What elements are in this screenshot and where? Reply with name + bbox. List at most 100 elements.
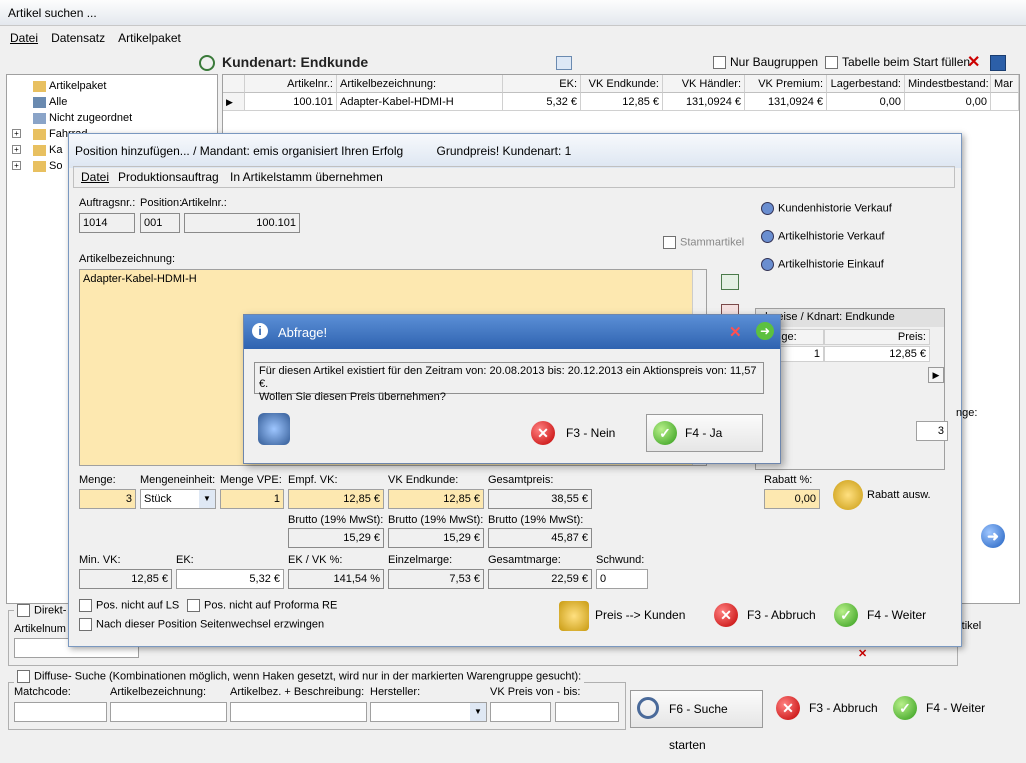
schwund-input[interactable]: 0 [596,569,648,589]
artikelbez-beschr-input[interactable] [230,702,367,722]
check-icon: ✓ [834,603,858,627]
row-selector-icon: ▶ [223,93,245,111]
close-icon[interactable]: ✕ [729,323,742,341]
diffuse-checkbox[interactable]: Diffuse- Suche (Kombinationen möglich, w… [14,670,585,683]
preis-kunden-button[interactable]: Preis --> Kunden [559,597,689,635]
nein-button[interactable]: ✕ F3 - Nein [531,415,631,453]
abfrage-messagebox: i Abfrage! ✕ ➜ Für diesen Artikel existi… [243,314,781,464]
menu-datensatz[interactable]: Datensatz [51,31,105,45]
tree-item-so[interactable]: So [33,158,62,174]
save-icon[interactable] [990,55,1006,71]
nur-baugruppen-checkbox[interactable]: Nur Baugruppen [713,55,818,70]
pie-chart-icon [761,230,774,243]
suche-starten-label: F6 - Suche starten [669,702,728,752]
matchcode-input[interactable] [14,702,107,722]
kundenart-label: Kundenart: Endkunde [222,54,369,70]
cell: 5,32 € [503,93,581,111]
expand-icon[interactable]: + [12,161,21,170]
col-mindestbestand[interactable]: Mindestbestand: [905,75,991,93]
ek-input[interactable]: 5,32 € [176,569,284,589]
col-vk-haendler[interactable]: VK Händler: [663,75,745,93]
cell: 131,0924 € [663,93,745,111]
seitenwechsel-checkbox[interactable]: Nach dieser Position Seitenwechsel erzwi… [79,618,324,631]
weiter-label: F4 - Weiter [926,701,986,715]
col-mar[interactable]: Mar [991,75,1019,93]
close-red-icon[interactable]: ✕ [967,55,983,71]
hersteller-select[interactable]: ▼ [370,702,487,722]
ja-label: F4 - Ja [685,426,723,440]
rabatt-input[interactable]: 0,00 [764,489,820,509]
col-ek[interactable]: EK: [503,75,581,93]
tree-item-ka[interactable]: Ka [33,142,62,158]
menge-vpe-input[interactable]: 1 [220,489,284,509]
staffel-col-preis[interactable]: Preis: [824,329,930,345]
abbruch-label: F3 - Abbruch [809,701,878,715]
menu-datei[interactable]: Datei [10,31,38,45]
abbruch-button[interactable]: ✕ F3 - Abbruch [776,690,886,728]
vk-endkunde-input[interactable]: 12,85 € [388,489,484,509]
artikelbez-beschr-label: Artikelbez. + Beschreibung: [230,686,365,698]
arrow-right-icon[interactable]: ➜ [981,524,1005,548]
vk-endkunde-label: VK Endkunde: [388,474,459,486]
ek-vk-label: EK / VK %: [288,554,343,566]
brutto-gesamt-label: Brutto (19% MwSt): [488,514,584,526]
staffelpreise-panel: elpreise / Kdnart: Endkunde Menge: Preis… [755,308,977,470]
info-icon: i [252,323,268,339]
brutto-vk-label: Brutto (19% MwSt): [388,514,484,526]
expand-icon[interactable]: + [12,129,21,138]
dialog-menu-uebernehmen[interactable]: In Artikelstamm übernehmen [230,170,383,184]
mengeneinheit-select[interactable]: Stück ▼ [140,489,216,509]
pos-nicht-ls-checkbox[interactable]: Pos. nicht auf LS [79,599,179,612]
artikelhistorie-ek-link[interactable]: Artikelhistorie Einkauf [761,258,884,271]
dialog-abbruch-button[interactable]: ✕ F3 - Abbruch [714,597,824,635]
kundenhistorie-link[interactable]: Kundenhistorie Verkauf [761,202,892,215]
tree-item-nicht-zugeordnet[interactable]: Nicht zugeordnet [33,110,132,126]
rabatt-label: Rabatt %: [764,474,813,486]
tree-item-artikelpaket[interactable]: Artikelpaket [33,78,106,94]
folder-icon [33,144,46,156]
col-lagerbestand[interactable]: Lagerbestand: [827,75,905,93]
stammartikel-checkbox[interactable]: Stammartikel [663,236,744,249]
cancel-icon: ✕ [776,696,800,720]
arrow-right-icon[interactable]: ➜ [756,322,774,340]
menu-artikelpaket[interactable]: Artikelpaket [118,31,181,45]
nein-label: F3 - Nein [566,426,616,440]
filter-off-icon[interactable]: ✕ [858,647,867,660]
col-artikelbezeichnung[interactable]: Artikelbezeichnung: [337,75,503,93]
grundpreis-label: Grundpreis! Kundenart: 1 [436,144,572,158]
artikelhistorie-vk-link[interactable]: Artikelhistorie Verkauf [761,230,884,243]
position-field: 001 [140,213,180,233]
expand-icon[interactable]: + [12,145,21,154]
edit-text-icon[interactable] [721,274,739,290]
menge-input[interactable]: 3 [79,489,136,509]
tabelle-fuellen-checkbox[interactable]: Tabelle beim Start füllen [825,55,970,70]
direkt-checkbox[interactable]: Direkt- [14,604,70,617]
col-vk-endkunde[interactable]: VK Endkunde: [581,75,663,93]
vk-preis-bis-input[interactable] [555,702,619,722]
messagebox-text: Für diesen Artikel existiert für den Zei… [254,362,764,403]
weiter-button[interactable]: ✓ F4 - Weiter [893,690,1003,728]
suche-starten-button[interactable]: F6 - Suche starten [630,690,763,752]
col-vk-premium[interactable]: VK Premium: [745,75,827,93]
dialog-menu-produktionsauftrag[interactable]: Produktionsauftrag [118,170,219,184]
ek-vk-field: 141,54 % [288,569,384,589]
artikelbezeichnung-input[interactable] [110,702,227,722]
empf-vk-input[interactable]: 12,85 € [288,489,384,509]
cell: 0,00 [905,93,991,111]
dialog-weiter-button[interactable]: ✓ F4 - Weiter [834,597,944,635]
scroll-right-icon[interactable]: ▶ [928,367,944,383]
check-icon: ✓ [653,421,677,445]
table-row[interactable]: ▶ 100.101 Adapter-Kabel-HDMI-H 5,32 € 12… [223,93,1019,111]
table-icon[interactable] [556,56,572,70]
cell [991,93,1019,111]
folder-icon [33,80,46,92]
brutto-empf-label: Brutto (19% MwSt): [288,514,384,526]
ja-button[interactable]: ✓ F4 - Ja [646,414,763,452]
tree-item-alle[interactable]: Alle [33,94,67,110]
dialog-menu-datei[interactable]: Datei [81,170,109,184]
zoom-icon[interactable] [199,55,215,71]
pos-nicht-proforma-checkbox[interactable]: Pos. nicht auf Proforma RE [187,599,337,612]
artikelbezeichnung-label: Artikelbezeichnung: [79,253,176,265]
vk-preis-von-input[interactable] [490,702,551,722]
col-artikelnr[interactable]: Artikelnr.: [245,75,337,93]
